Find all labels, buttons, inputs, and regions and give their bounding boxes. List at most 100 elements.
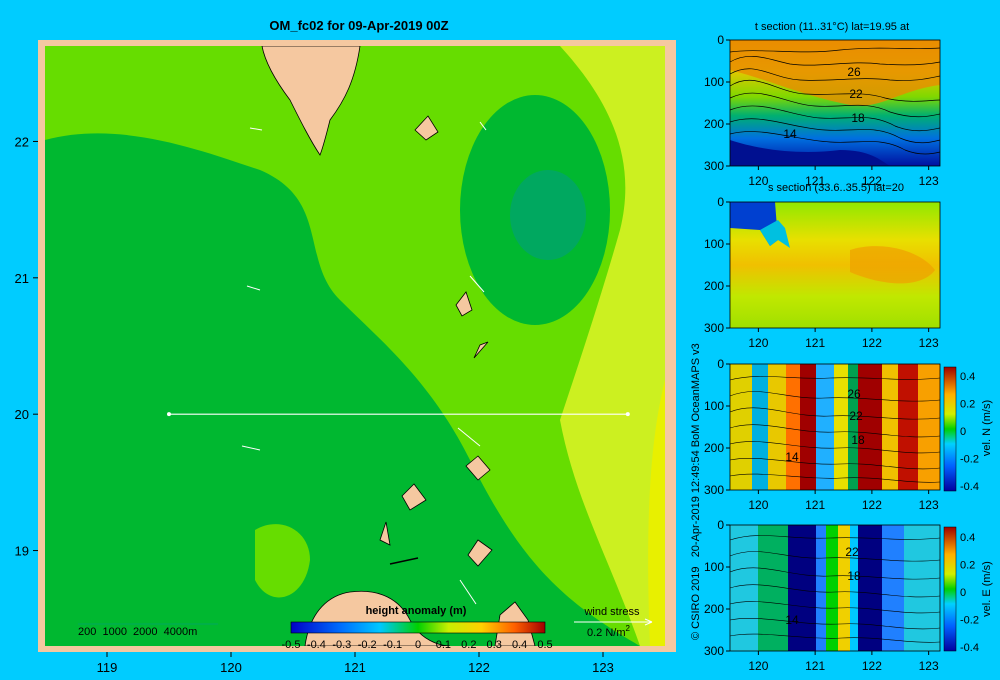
colorbar-tick-label: 0.4	[960, 532, 975, 544]
y-tick-label: 300	[704, 321, 724, 335]
x-tick-label: 123	[592, 660, 614, 675]
contour-label: 22	[845, 545, 859, 559]
wind-stress-exponent: 2	[626, 624, 631, 633]
x-tick-label: 122	[862, 498, 882, 512]
main-map-x-axis: 119 120 121 122 123	[97, 652, 614, 675]
colorbar-tick-label: -0.4	[960, 481, 979, 493]
colorbar-tick-label: -0.2	[960, 454, 979, 466]
main-map-title: OM_fc02 for 09-Apr-2019 00Z	[269, 18, 448, 33]
colorbar-tick-label: 0	[960, 426, 966, 438]
x-tick-label: 123	[919, 659, 939, 673]
x-tick-label: 120	[220, 660, 242, 675]
depth-legend: 200 1000 2000 4000m	[78, 626, 197, 638]
contour-label: 18	[851, 111, 865, 125]
colorbar-tick-label: 0.3	[487, 639, 502, 651]
vel-east-colorbar-label: vel. E (m/s)	[981, 561, 993, 617]
colorbar-tick-label: 0	[415, 639, 421, 651]
x-tick-label: 122	[468, 660, 490, 675]
colorbar-tick-label: -0.4	[307, 639, 326, 651]
section-line-end	[625, 412, 630, 417]
x-tick-label: 121	[805, 498, 825, 512]
panel-temperature: t section (11..31°C) lat=19.95 at 26 22 18…	[704, 21, 941, 188]
height-field-eddy-inner	[510, 170, 586, 260]
colorbar-tick-label: 0.5	[537, 639, 552, 651]
contour-label: 18	[847, 569, 861, 583]
x-tick-label: 123	[919, 498, 939, 512]
y-tick-label: 21	[15, 271, 29, 286]
colorbar-tick-label: -0.3	[332, 639, 351, 651]
y-tick-label: 200	[704, 279, 724, 293]
x-tick-label: 120	[748, 174, 768, 188]
colorbar-tick-label: 0.1	[436, 639, 451, 651]
credit-text: © CSIRO 2019 20-Apr-2019 12:49:54 BoM Oc…	[690, 343, 702, 640]
height-colorbar-ticks: -0.5 -0.4 -0.3 -0.2 -0.1 0 0.1 0.2 0.3 0.4 0.5	[282, 639, 553, 651]
colorbar-tick-label: -0.5	[282, 639, 301, 651]
y-tick-label: 100	[704, 75, 724, 89]
x-tick-label: 121	[805, 659, 825, 673]
y-tick-label: 300	[704, 483, 724, 497]
main-map: 119 120 121 122 123 22212019 200 1000 2000 4…	[15, 40, 676, 675]
y-tick-label: 100	[704, 560, 724, 574]
colorbar-tick-label: 0.2	[960, 399, 975, 411]
vel-east-colorbar	[943, 526, 957, 652]
contour-label: 26	[847, 387, 861, 401]
y-tick-label: 19	[15, 544, 29, 559]
contour-label: 26	[847, 65, 861, 79]
colorbar-tick-label: 0.2	[461, 639, 476, 651]
wind-stress-scale: 0.2 N/m2	[587, 624, 631, 639]
x-tick-label: 119	[97, 660, 118, 675]
y-tick-label: 200	[704, 602, 724, 616]
panel-title: s section (33.6..35.5) lat=20	[768, 182, 904, 194]
x-tick-label: 121	[805, 336, 825, 350]
y-tick-label: 0	[717, 357, 724, 371]
panel-y-axis: 0 100 200 300	[704, 357, 730, 497]
x-tick-label: 123	[919, 174, 939, 188]
x-tick-label: 120	[748, 336, 768, 350]
panel-y-axis: 0 100 200 300	[704, 195, 730, 335]
y-tick-label: 0	[717, 195, 724, 209]
contour-label: 14	[785, 613, 799, 627]
panel-y-axis: 0 100 200 300	[704, 518, 730, 658]
colorbar-tick-label: 0.4	[960, 371, 975, 383]
contour-label: 14	[785, 450, 799, 464]
colorbar-tick-label: -0.2	[960, 615, 979, 627]
height-colorbar	[290, 621, 546, 634]
vel-north-bands	[730, 364, 940, 490]
vel-east-colorbar-ticks: 0.4 0.2 0 -0.2 -0.4	[960, 532, 979, 654]
y-tick-label: 0	[717, 33, 724, 47]
contour-label: 18	[851, 433, 865, 447]
y-tick-label: 200	[704, 117, 724, 131]
colorbar-title: height anomaly (m)	[366, 605, 467, 617]
vel-north-colorbar	[943, 366, 957, 492]
x-tick-label: 122	[862, 336, 882, 350]
y-tick-label: 100	[704, 237, 724, 251]
contour-label: 14	[783, 127, 797, 141]
y-tick-label: 300	[704, 159, 724, 173]
vel-north-colorbar-ticks: 0.4 0.2 0 -0.2 -0.4	[960, 371, 979, 493]
x-tick-label: 122	[862, 659, 882, 673]
section-line-start	[167, 412, 171, 417]
figure: OM_fc02 for 09-Apr-2019 00Z 119 120 121 …	[15, 18, 993, 675]
colorbar-tick-label: -0.4	[960, 642, 979, 654]
y-tick-label: 200	[704, 441, 724, 455]
colorbar-tick-label: -0.2	[358, 639, 377, 651]
x-tick-label: 123	[919, 336, 939, 350]
colorbar-tick-label: 0.2	[960, 560, 975, 572]
y-tick-label: 300	[704, 644, 724, 658]
main-map-y-axis: 22 21 20 19	[15, 134, 38, 559]
panel-salinity: s section (33.6..35.5) lat=20 120 121 122 1…	[704, 182, 941, 350]
y-tick-label: 22	[15, 134, 29, 149]
panel-y-axis: 0 100 200 300	[704, 33, 730, 173]
x-tick-label: 120	[748, 659, 768, 673]
y-tick-label: 20	[15, 407, 29, 422]
panel-velocity-north: 26 22 18 14 0.4 0.2 0 -0.2 -0.4 vel. N (m/s) 12…	[704, 357, 993, 512]
contour-label: 22	[849, 87, 863, 101]
colorbar-tick-label: 0	[960, 587, 966, 599]
panel-title: t section (11..31°C) lat=19.95 at	[755, 21, 909, 33]
x-tick-label: 121	[344, 660, 366, 675]
x-tick-label: 120	[748, 498, 768, 512]
vel-north-colorbar-label: vel. N (m/s)	[981, 400, 993, 456]
colorbar-tick-label: -0.1	[383, 639, 402, 651]
panel-velocity-east: 22 18 14 0.4 0.2 0 -0.2 -0.4 vel. E (m/s) 0 100…	[704, 518, 993, 673]
colorbar-tick-label: 0.4	[512, 639, 527, 651]
